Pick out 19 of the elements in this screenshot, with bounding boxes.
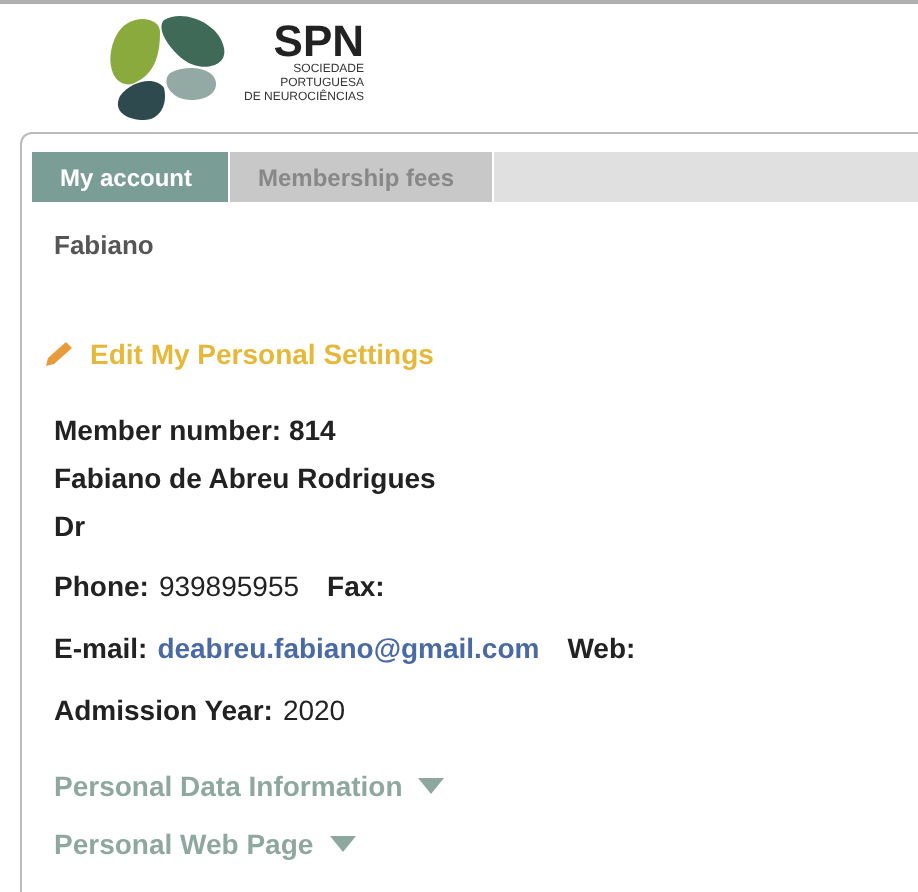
field-value: 939895955 [158, 567, 300, 603]
tab[interactable]: My account [32, 152, 230, 202]
member-detail: Fabiano de Abreu Rodrigues [54, 459, 438, 495]
tab[interactable]: Membership fees [230, 152, 494, 202]
field-label: Web: [567, 629, 636, 665]
field-value: 2020 [282, 691, 346, 727]
edit-settings-link[interactable]: Edit My Personal Settings [42, 333, 918, 375]
field-label: E-mail: [54, 629, 148, 665]
member-detail: Dr [54, 507, 88, 543]
email-link[interactable]: deabreu.fabiano@gmail.com [157, 629, 540, 665]
pencil-icon [42, 339, 76, 369]
username: Fabiano [54, 228, 156, 264]
field-label: Fax: [327, 567, 385, 603]
field-label: Admission Year: [54, 691, 273, 727]
member-detail: Member number: 814 [54, 411, 338, 447]
section-toggle[interactable]: Personal Web Page [54, 825, 918, 861]
section-toggle[interactable]: Personal Data Information [54, 767, 918, 803]
logo-acronym: SPN [273, 20, 365, 64]
field-label: Phone: [54, 567, 149, 603]
